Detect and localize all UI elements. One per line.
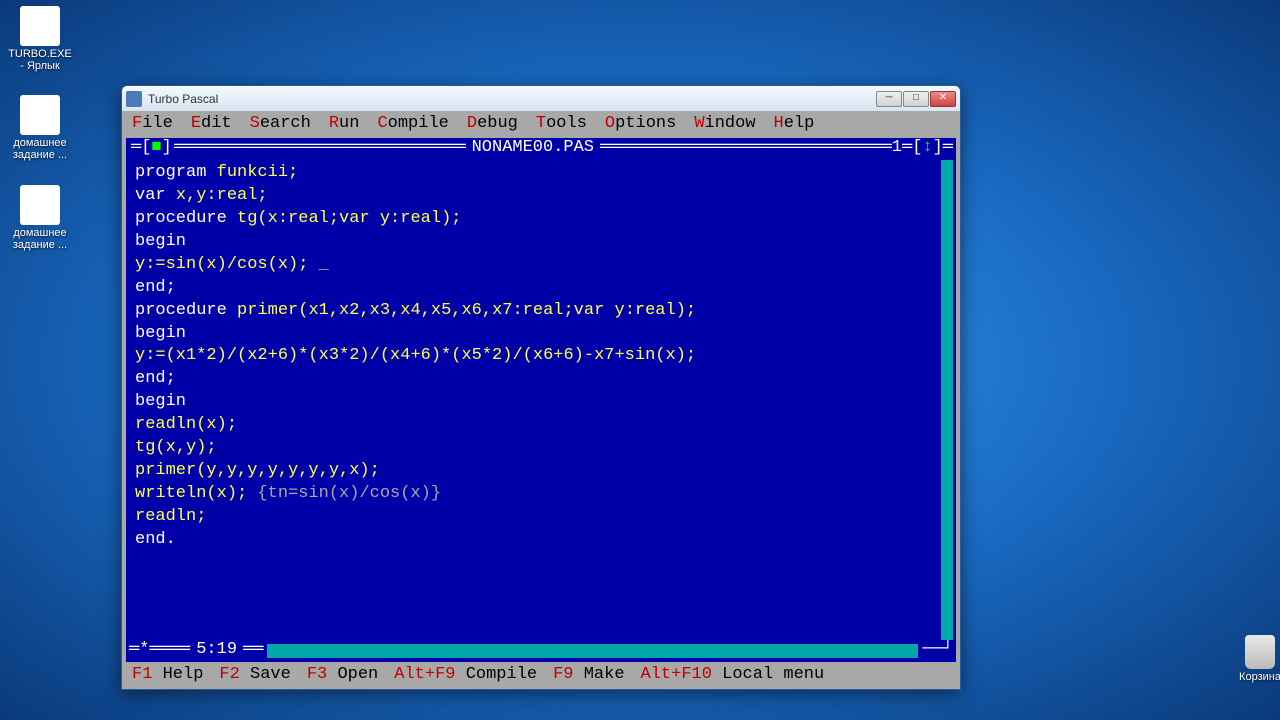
frame-corner: ═[ <box>902 137 922 160</box>
editor-frame-bottom: ═* ════ 5:19 ══ ──┘ <box>129 640 953 662</box>
minimize-button[interactable]: ─ <box>876 91 902 107</box>
code-line: end; <box>135 368 947 391</box>
icon-label: TURBO.EXE - Ярлык <box>5 48 75 72</box>
status-shortcut[interactable]: Alt+F9 Compile <box>394 664 537 687</box>
code-area[interactable]: program funkcii;var x,y:real;procedure t… <box>129 160 953 640</box>
code-line: writeln(x); {tn=sin(x)/cos(x)} <box>135 483 947 506</box>
code-line: y:=sin(x)/cos(x); _ <box>135 254 947 277</box>
code-line: program funkcii; <box>135 162 947 185</box>
app-icon <box>126 91 142 107</box>
status-shortcut[interactable]: Alt+F10 Local menu <box>641 664 825 687</box>
window-title: Turbo Pascal <box>148 92 218 106</box>
turbo-pascal-screen: File Edit Search Run Compile Debug Tools Option… <box>122 111 960 689</box>
menu-item[interactable]: Window <box>694 113 755 136</box>
menu-item[interactable]: Run <box>329 113 360 136</box>
status-shortcut[interactable]: F1 Help <box>132 664 203 687</box>
scrollbar-horizontal[interactable] <box>267 644 918 658</box>
code-line: tg(x,y); <box>135 437 947 460</box>
cursor-position: 5:19 <box>190 639 243 662</box>
menu-item[interactable]: Options <box>605 113 676 136</box>
trash-icon <box>1245 635 1275 669</box>
status-shortcut[interactable]: F9 Make <box>553 664 624 687</box>
menu-item[interactable]: Tools <box>536 113 587 136</box>
doc-icon <box>20 95 60 135</box>
maximize-arrow-icon[interactable]: ↕ <box>922 137 932 160</box>
recycle-bin[interactable]: Корзина <box>1225 635 1280 683</box>
frame-line: ════ <box>149 639 190 662</box>
menu-item[interactable]: Edit <box>191 113 232 136</box>
exe-icon <box>20 6 60 46</box>
close-button[interactable]: ✕ <box>930 91 956 107</box>
code-line: primer(y,y,y,y,y,y,y,x); <box>135 460 947 483</box>
code-line: var x,y:real; <box>135 185 947 208</box>
code-line: readln(x); <box>135 414 947 437</box>
code-line: begin <box>135 231 947 254</box>
filename: NONAME00.PAS <box>466 137 600 160</box>
menu-item[interactable]: File <box>132 113 173 136</box>
doc-icon <box>20 185 60 225</box>
editor-pane[interactable]: ═[■] ═══════════════════════════════════… <box>126 138 956 662</box>
maximize-button[interactable]: □ <box>903 91 929 107</box>
frame-corner: ]═ <box>933 137 953 160</box>
frame-corner: ──┘ <box>922 639 953 662</box>
icon-label: домашнее задание ... <box>5 227 75 251</box>
icon-label: домашнее задание ... <box>5 137 75 161</box>
icon-label: Корзина <box>1225 671 1280 683</box>
editor-close-icon[interactable]: ═[■] <box>131 137 172 160</box>
window-number: 1 <box>892 137 902 160</box>
menubar: File Edit Search Run Compile Debug Tools Option… <box>122 111 960 138</box>
code-line: begin <box>135 391 947 414</box>
app-window: Turbo Pascal ─ □ ✕ File Edit Search Run Comp… <box>121 85 961 690</box>
code-line: begin <box>135 323 947 346</box>
frame-line: ══════════════════════════════════════ <box>174 137 466 160</box>
code-line: end; <box>135 277 947 300</box>
frame-corner: ═ <box>129 639 139 662</box>
editor-frame-top: ═[■] ═══════════════════════════════════… <box>129 138 953 160</box>
statusbar: F1 Help F2 Save F3 Open Alt+F9 Compile F9 Ma… <box>122 662 960 689</box>
code-line: procedure tg(x:real;var y:real); <box>135 208 947 231</box>
titlebar[interactable]: Turbo Pascal ─ □ ✕ <box>122 86 960 111</box>
frame-line: ══ <box>243 639 263 662</box>
desktop-shortcut[interactable]: домашнее задание ... <box>5 95 75 161</box>
status-shortcut[interactable]: F3 Open <box>307 664 378 687</box>
scrollbar-vertical[interactable] <box>941 160 953 640</box>
status-shortcut[interactable]: F2 Save <box>219 664 290 687</box>
menu-item[interactable]: Debug <box>467 113 518 136</box>
desktop-shortcut[interactable]: TURBO.EXE - Ярлык <box>5 6 75 72</box>
resize-corner-icon[interactable]: * <box>139 639 149 662</box>
menu-item[interactable]: Help <box>774 113 815 136</box>
menu-item[interactable]: Search <box>250 113 311 136</box>
code-line: procedure primer(x1,x2,x3,x4,x5,x6,x7:re… <box>135 300 947 323</box>
code-line: readln; <box>135 506 947 529</box>
menu-item[interactable]: Compile <box>377 113 448 136</box>
desktop-shortcut[interactable]: домашнее задание ... <box>5 185 75 251</box>
frame-line: ═════════════════════════════════════ <box>600 137 892 160</box>
code-line: end. <box>135 529 947 552</box>
code-line: y:=(x1*2)/(x2+6)*(x3*2)/(x4+6)*(x5*2)/(x… <box>135 345 947 368</box>
